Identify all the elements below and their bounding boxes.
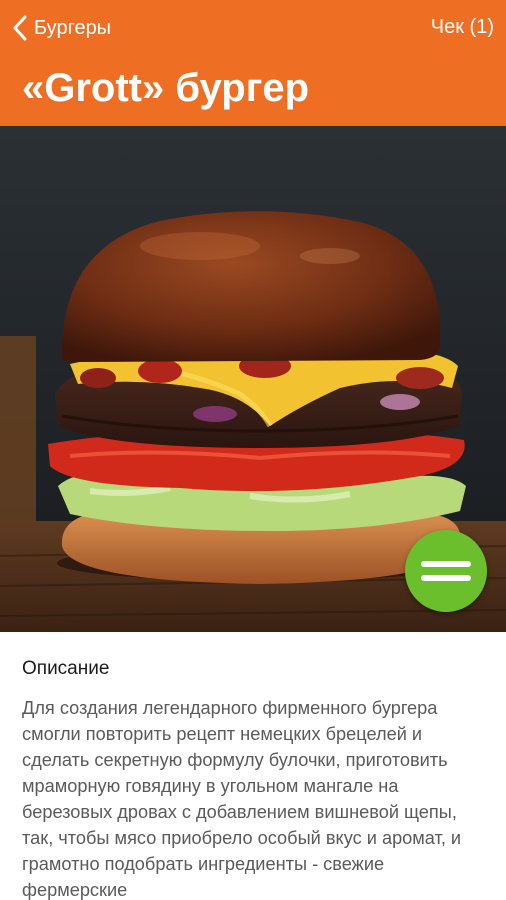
chevron-left-icon bbox=[13, 15, 27, 41]
description-heading: Описание bbox=[22, 658, 110, 679]
description-section: Описание Для создания легендарного фирме… bbox=[0, 632, 506, 900]
description-text: Для создания легендарного фирменного бур… bbox=[22, 698, 462, 900]
back-label: Бургеры bbox=[34, 17, 112, 39]
back-button[interactable]: Бургеры bbox=[12, 13, 111, 43]
app-header: Бургеры Чек (1) «Grott» бургер bbox=[0, 0, 506, 126]
menu-fab-button[interactable] bbox=[405, 530, 487, 612]
check-button[interactable]: Чек (1) bbox=[431, 13, 494, 41]
page-title: «Grott» бургер bbox=[22, 66, 310, 110]
menu-icon bbox=[421, 561, 471, 581]
